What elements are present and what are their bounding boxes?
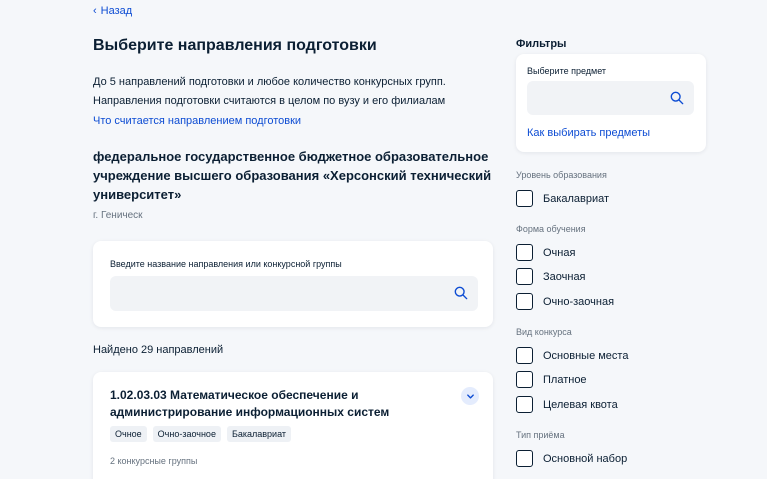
checkbox-box[interactable]: [516, 347, 533, 364]
checkbox-label: Целевая квота: [543, 398, 618, 411]
tag-form: Очное: [110, 426, 147, 442]
found-count: Найдено 29 направлений: [93, 344, 224, 356]
direction-search-input[interactable]: [110, 276, 478, 311]
result-card[interactable]: 1.02.03.03 Математическое обеспечение и …: [93, 372, 493, 479]
checkbox-box[interactable]: [516, 293, 533, 310]
direction-search-card: Введите название направления или конкурс…: [93, 241, 493, 327]
how-choose-subjects-link[interactable]: Как выбирать предметы: [527, 127, 650, 139]
checkbox-label: Очная: [543, 246, 576, 259]
university-city: г. Геническ: [93, 210, 143, 221]
university-name: федеральное государственное бюджетное об…: [93, 149, 492, 202]
what-is-direction-link[interactable]: Что считается направлением подготовки: [93, 115, 301, 127]
intro-line-1: До 5 направлений подготовки и любое коли…: [93, 76, 446, 88]
chevron-left-icon: ‹: [93, 4, 97, 17]
tag-level: Бакалавриат: [226, 426, 292, 442]
checkbox-bachelor[interactable]: Бакалавриат: [516, 190, 609, 207]
checkbox-mixed[interactable]: Очно-заочная: [516, 293, 614, 310]
checkbox-part-time[interactable]: Заочная: [516, 268, 586, 285]
subject-card: Выберите предмет Как выбирать предметы: [516, 54, 706, 152]
checkbox-label: Основной набор: [543, 452, 628, 465]
search-icon[interactable]: [454, 286, 468, 300]
checkbox-box[interactable]: [516, 190, 533, 207]
checkbox-box[interactable]: [516, 371, 533, 388]
subject-field: [527, 81, 694, 115]
chevron-down-icon: [466, 393, 474, 399]
checkbox-box[interactable]: [516, 450, 533, 467]
checkbox-label: Очно-заочная: [543, 295, 615, 308]
checkbox-label: Основные места: [543, 349, 629, 362]
checkbox-full-time[interactable]: Очная: [516, 244, 575, 261]
back-label: Назад: [100, 5, 133, 17]
expand-button[interactable]: [461, 387, 479, 405]
checkbox-box[interactable]: [516, 268, 533, 285]
result-title: 1.02.03.03 Математическое обеспечение и …: [110, 388, 390, 419]
admission-heading: Тип приёма: [516, 430, 565, 440]
filters-title: Фильтры: [516, 38, 567, 50]
back-link[interactable]: ‹ Назад: [93, 5, 132, 17]
subject-input[interactable]: [527, 81, 694, 115]
checkbox-main-admission[interactable]: Основной набор: [516, 450, 627, 467]
checkbox-paid[interactable]: Платное: [516, 371, 587, 388]
page-title: Выберите направления подготовки: [93, 37, 377, 54]
checkbox-box[interactable]: [516, 396, 533, 413]
intro-text: До 5 направлений подготовки и любое коли…: [93, 73, 473, 111]
checkbox-label: Платное: [543, 373, 587, 386]
checkbox-target-quota[interactable]: Целевая квота: [516, 396, 618, 413]
contest-heading: Вид конкурса: [516, 327, 572, 337]
result-groups-count: 2 конкурсные группы: [110, 456, 198, 466]
checkbox-box[interactable]: [516, 244, 533, 261]
direction-search-label: Введите название направления или конкурс…: [110, 259, 342, 269]
form-heading: Форма обучения: [516, 224, 586, 234]
checkbox-main-places[interactable]: Основные места: [516, 347, 628, 364]
checkbox-label: Заочная: [543, 270, 586, 283]
search-icon[interactable]: [670, 91, 684, 105]
direction-search-field: [110, 276, 478, 311]
tag-form-2: Очно-заочное: [152, 426, 221, 442]
checkbox-label: Бакалавриат: [543, 192, 610, 205]
level-heading: Уровень образования: [516, 170, 607, 180]
result-tags: Очное Очно-заочное Бакалавриат: [110, 426, 292, 442]
intro-line-2: Направления подготовки считаются в целом…: [93, 95, 446, 107]
subject-label: Выберите предмет: [527, 66, 607, 76]
